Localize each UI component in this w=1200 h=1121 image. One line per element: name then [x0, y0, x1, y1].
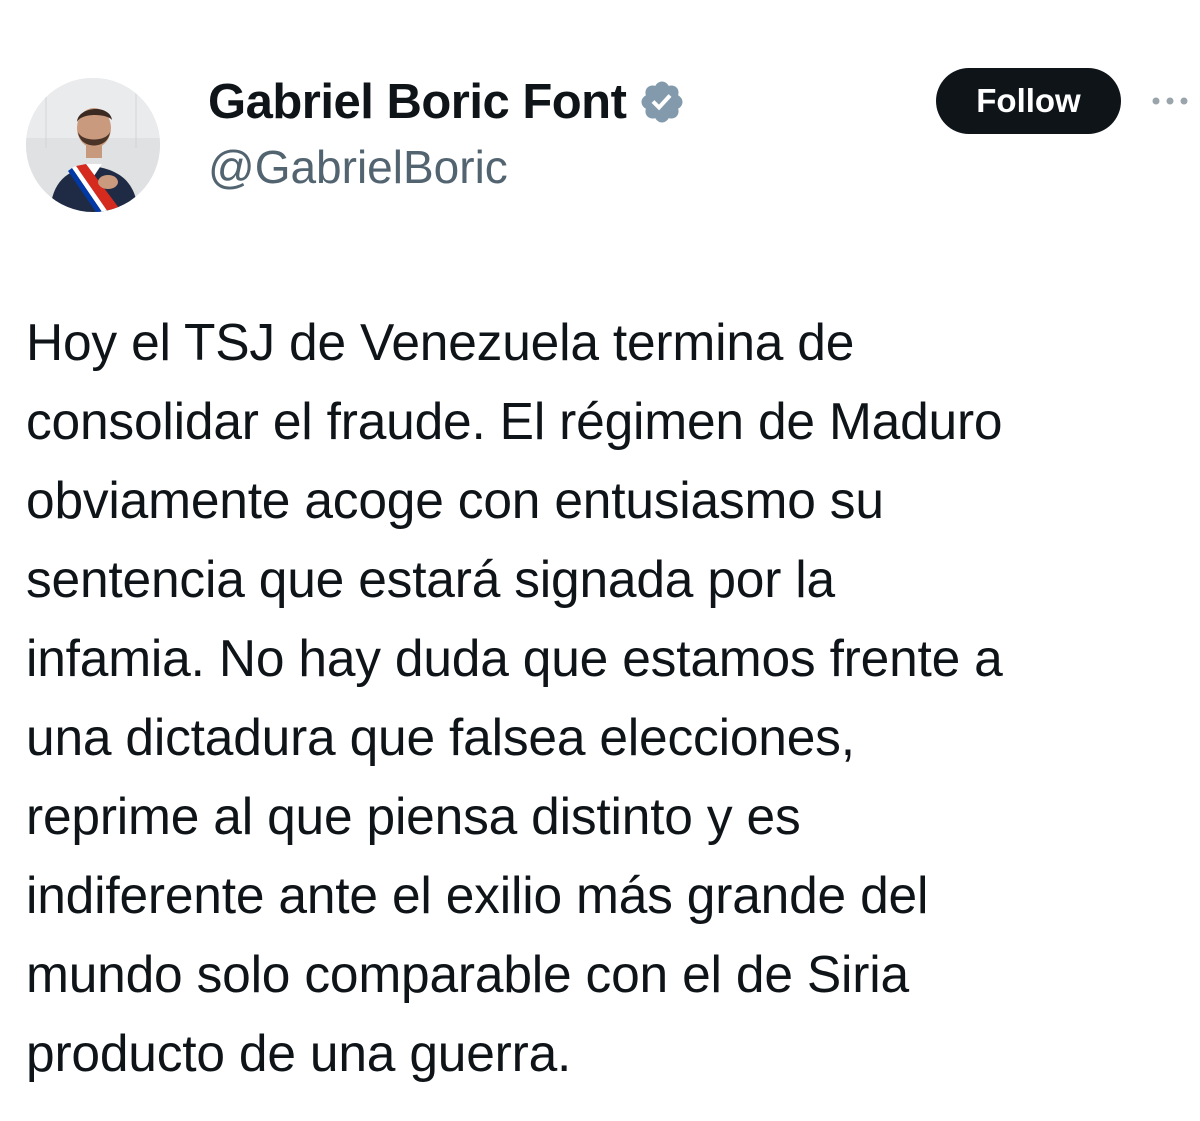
tweet-card: Gabriel Boric Font @GabrielBoric Follow … — [0, 0, 1200, 1121]
more-options-icon[interactable] — [1150, 86, 1190, 116]
avatar[interactable] — [26, 78, 160, 212]
author-handle[interactable]: @GabrielBoric — [208, 140, 508, 194]
tweet-text: Hoy el TSJ de Venezuela termina de conso… — [26, 313, 1003, 1082]
follow-button[interactable]: Follow — [936, 68, 1121, 134]
verified-badge-icon — [638, 78, 686, 126]
author-name[interactable]: Gabriel Boric Font — [208, 74, 627, 130]
profile-photo — [26, 78, 160, 212]
author-name-row: Gabriel Boric Font — [208, 70, 686, 134]
